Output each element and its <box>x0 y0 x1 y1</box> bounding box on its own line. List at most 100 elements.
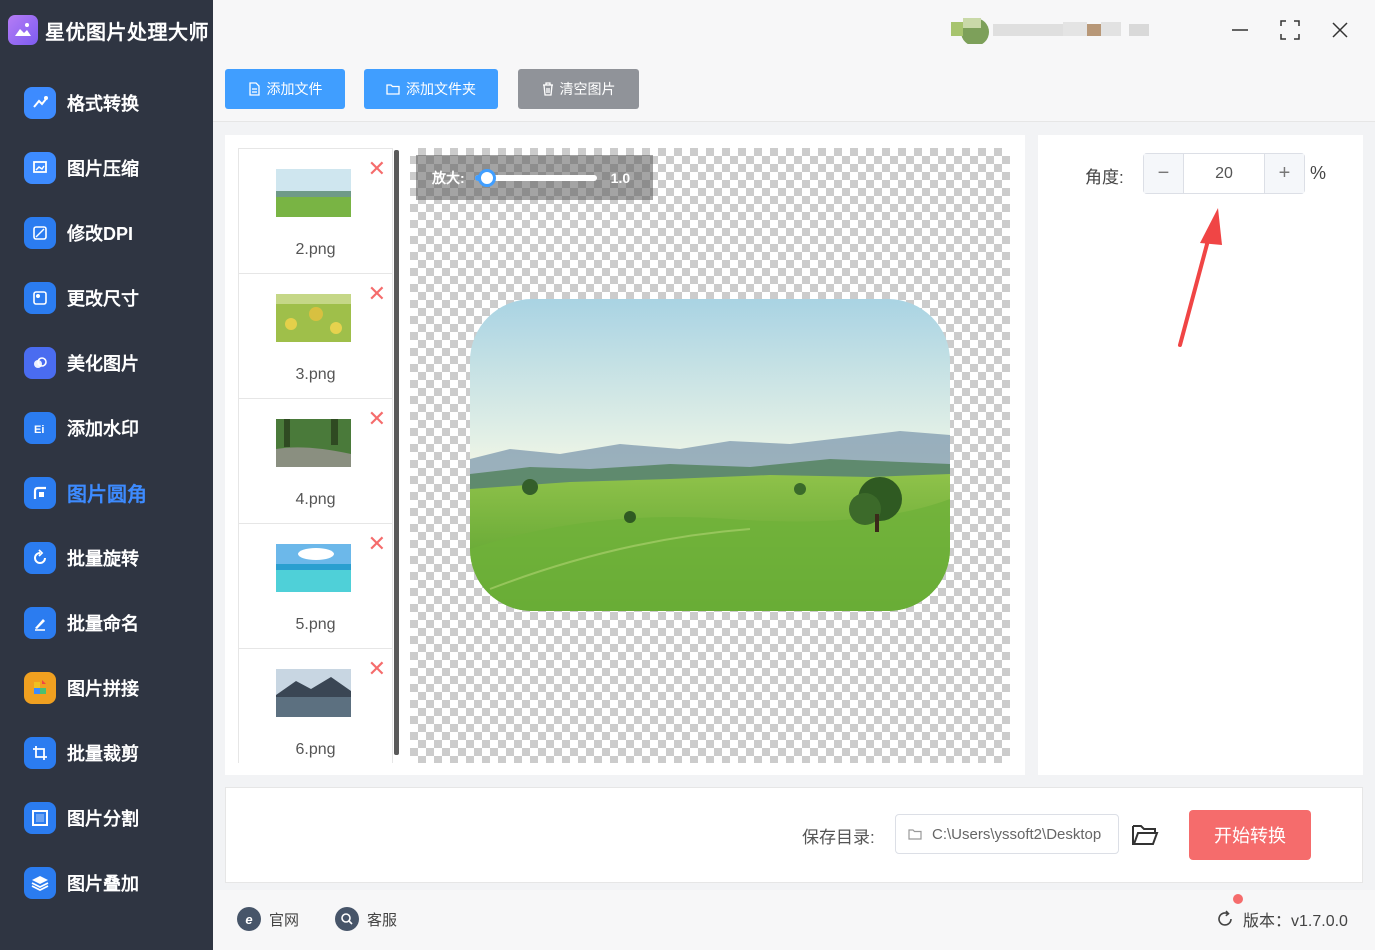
toolbar: 添加文件 添加文件夹 清空图片 <box>213 60 1375 122</box>
sidebar: 星优图片处理大师 格式转换图片压缩修改DPI 更改尺寸美化图片 Ei 添加水印图片圆角… <box>0 0 213 950</box>
file-name: 3.png <box>295 366 336 383</box>
sidebar-item-label: 图片拼接 <box>67 678 139 699</box>
svg-text:Ei: Ei <box>34 424 44 436</box>
dpi-icon <box>24 216 56 249</box>
file-name: 2.png <box>295 241 336 258</box>
support-label: 客服 <box>367 911 398 929</box>
angle-unit: % <box>1310 163 1327 183</box>
clear-images-label: 清空图片 <box>559 81 616 97</box>
file-name: 5.png <box>295 616 336 633</box>
add-file-button[interactable]: 添加文件 <box>225 69 345 109</box>
minimize-button[interactable] <box>1226 16 1254 44</box>
title-bar <box>213 0 1375 60</box>
layers-icon <box>24 866 56 899</box>
sidebar-item-crop[interactable]: 批量裁剪 <box>0 720 213 785</box>
remove-file-icon[interactable]: ✕ <box>368 534 386 556</box>
sidebar-item-label: 格式转换 <box>67 93 139 114</box>
sidebar-nav: 格式转换图片压缩修改DPI 更改尺寸美化图片 Ei 添加水印图片圆角批量旋转批量命名图… <box>0 70 213 915</box>
version-info[interactable]: 版本：v1.7.0.0 <box>1215 907 1348 931</box>
zoom-control: 放大: 1.0 <box>416 155 653 200</box>
sidebar-item-rotate[interactable]: 批量旋转 <box>0 525 213 590</box>
sidebar-item-label: 修改DPI <box>67 223 134 244</box>
sidebar-item-label: 添加水印 <box>67 418 139 439</box>
split-icon <box>24 801 56 834</box>
zoom-label: 放大: <box>432 169 465 186</box>
folder-icon <box>386 84 400 95</box>
support-link[interactable]: 客服 <box>335 907 397 931</box>
angle-decrement-button[interactable]: − <box>1144 154 1184 193</box>
file-list-scrollbar[interactable] <box>394 150 399 755</box>
zoom-slider-handle[interactable] <box>477 168 496 187</box>
file-thumbnail <box>276 169 351 217</box>
sidebar-item-rename[interactable]: 批量命名 <box>0 590 213 655</box>
sidebar-item-dpi[interactable]: 修改DPI <box>0 200 213 265</box>
file-list-item[interactable]: ✕ 2.png <box>239 149 392 274</box>
save-directory-input[interactable]: C:\Users\yssoft2\Desktop <box>895 814 1119 854</box>
user-account-avatar[interactable] <box>951 16 1151 46</box>
rotate-icon <box>24 541 56 574</box>
sidebar-item-label: 图片分割 <box>67 808 139 829</box>
add-folder-label: 添加文件夹 <box>406 81 476 97</box>
app-header: 星优图片处理大师 <box>0 0 213 60</box>
zoom-slider[interactable] <box>474 168 597 187</box>
sidebar-item-label: 批量裁剪 <box>67 743 139 764</box>
sidebar-item-format-convert[interactable]: 格式转换 <box>0 70 213 135</box>
sidebar-item-round-corner[interactable]: 图片圆角 <box>0 460 213 525</box>
zoom-value: 1.0 <box>610 169 631 186</box>
angle-stepper: − 20 + <box>1143 153 1305 194</box>
browse-folder-icon[interactable] <box>1131 822 1159 848</box>
remove-file-icon[interactable]: ✕ <box>368 409 386 431</box>
website-link[interactable]: e 官网 <box>237 907 299 931</box>
sidebar-item-puzzle[interactable]: 图片拼接 <box>0 655 213 720</box>
sidebar-item-label: 图片叠加 <box>67 873 139 894</box>
remove-file-icon[interactable]: ✕ <box>368 659 386 681</box>
sidebar-item-beautify[interactable]: 美化图片 <box>0 330 213 395</box>
add-file-label: 添加文件 <box>266 81 323 97</box>
clear-images-button[interactable]: 清空图片 <box>518 69 639 109</box>
file-name: 4.png <box>295 491 336 508</box>
file-list-item[interactable]: ✕ 3.png <box>239 274 392 399</box>
file-list[interactable]: ✕ 2.png ✕ 3.png ✕ 4.png ✕ 5.png ✕ 6.png <box>238 148 393 763</box>
start-convert-button[interactable]: 开始转换 <box>1189 810 1311 860</box>
app-title: 星优图片处理大师 <box>45 21 209 44</box>
rename-icon <box>24 606 56 639</box>
sidebar-item-label: 美化图片 <box>67 353 139 374</box>
version-label: 版本：v1.7.0.0 <box>1243 913 1348 930</box>
maximize-button[interactable] <box>1276 16 1304 44</box>
file-list-item[interactable]: ✕ 4.png <box>239 399 392 524</box>
refresh-icon <box>1218 910 1232 926</box>
angle-increment-button[interactable]: + <box>1264 154 1304 193</box>
save-directory-label: 保存目录: <box>802 828 875 847</box>
sidebar-item-label: 图片圆角 <box>67 484 147 506</box>
chat-icon <box>335 907 359 931</box>
browser-icon: e <box>237 907 261 931</box>
app-logo-icon <box>8 15 38 45</box>
file-list-item[interactable]: ✕ 5.png <box>239 524 392 649</box>
sidebar-item-layers[interactable]: 图片叠加 <box>0 850 213 915</box>
resize-icon <box>24 281 56 314</box>
save-directory-path: C:\Users\yssoft2\Desktop <box>932 825 1102 843</box>
sidebar-item-image-compress[interactable]: 图片压缩 <box>0 135 213 200</box>
trash-icon <box>542 82 553 96</box>
add-folder-button[interactable]: 添加文件夹 <box>364 69 498 109</box>
sidebar-item-label: 更改尺寸 <box>67 288 139 309</box>
file-list-item[interactable]: ✕ 6.png <box>239 649 392 763</box>
remove-file-icon[interactable]: ✕ <box>368 159 386 181</box>
annotation-arrow-icon <box>1178 208 1222 347</box>
sidebar-item-watermark[interactable]: Ei 添加水印 <box>0 395 213 460</box>
website-label: 官网 <box>269 911 300 929</box>
sidebar-item-resize[interactable]: 更改尺寸 <box>0 265 213 330</box>
folder-icon <box>908 829 922 840</box>
sidebar-item-label: 批量命名 <box>67 613 139 634</box>
close-window-button[interactable] <box>1326 16 1354 44</box>
sidebar-item-split[interactable]: 图片分割 <box>0 785 213 850</box>
image-compress-icon <box>24 151 56 184</box>
update-badge <box>1233 894 1243 904</box>
sidebar-item-label: 批量旋转 <box>67 548 139 569</box>
angle-input[interactable]: 20 <box>1184 154 1264 193</box>
sidebar-item-label: 图片压缩 <box>67 158 139 179</box>
remove-file-icon[interactable]: ✕ <box>368 284 386 306</box>
watermark-icon: Ei <box>24 411 56 444</box>
preview-image <box>470 299 950 611</box>
crop-icon <box>24 736 56 769</box>
